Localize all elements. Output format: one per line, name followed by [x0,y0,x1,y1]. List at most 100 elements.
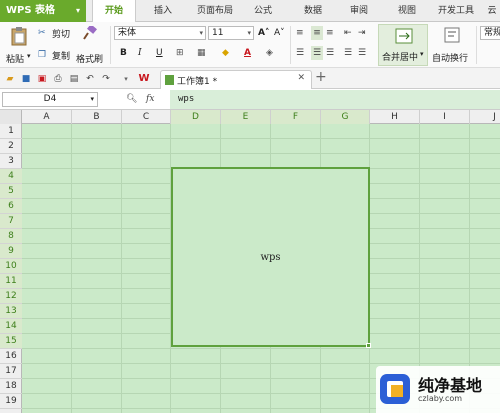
chevron-down-icon[interactable]: ▾ [120,72,132,84]
align-top-icon[interactable]: ≡ [296,26,304,40]
tab-cloud[interactable]: 云 [484,0,500,22]
align-right-icon[interactable]: ☰ [326,46,334,60]
row-headers: 1 2 3 4 5 6 7 8 9 10 11 12 13 14 15 16 17 18 19 [0,124,22,413]
zoom-icon[interactable]: 🔍︎ [126,92,137,106]
chevron-down-icon: ▾ [90,95,94,103]
row-header-8[interactable]: 8 [0,229,22,244]
tab-developer[interactable]: 开发工具 [434,0,478,22]
row-header-5[interactable]: 5 [0,184,22,199]
document-title: 工作簿1 * [177,77,218,87]
wrap-text-button[interactable]: 自动换行 [432,25,472,65]
number-format-select[interactable]: 常规 [480,26,500,40]
justify-icon[interactable]: ☰ [344,46,352,60]
row-header-13[interactable]: 13 [0,304,22,319]
chevron-down-icon: ▾ [247,29,251,37]
row-header-7[interactable]: 7 [0,214,22,229]
close-icon[interactable]: ✕ [297,73,305,83]
increase-font-icon[interactable]: A˄ [258,26,269,40]
formula-input[interactable]: wps [170,90,500,109]
align-middle-icon[interactable]: ≡ [311,26,323,40]
format-painter-button[interactable]: 格式刷 [76,25,106,65]
document-tab[interactable]: 工作簿1 * ✕ [160,70,312,89]
clear-format-icon[interactable]: ◈ [266,46,273,60]
chevron-down-icon: ▾ [27,52,31,60]
print-preview-icon[interactable]: ▤ [68,72,80,84]
outdent-icon[interactable]: ⇤ [344,26,352,40]
row-header-1[interactable]: 1 [0,124,22,139]
tab-insert[interactable]: 插入 [146,0,180,22]
row-header-12[interactable]: 12 [0,289,22,304]
row-header-11[interactable]: 11 [0,274,22,289]
tab-formulas[interactable]: 公式 [248,0,278,22]
grid-lines-icon[interactable]: ▦ [197,46,206,60]
copy-button[interactable]: ❐ 复制 [38,48,74,62]
tab-review[interactable]: 审阅 [344,0,374,22]
indent-icon[interactable]: ⇥ [358,26,366,40]
cut-button[interactable]: ✂ 剪切 [38,26,74,40]
merged-cell-d4-g15[interactable]: wps [171,167,370,347]
tab-data[interactable]: 数据 [298,0,328,22]
wps-logo-icon[interactable]: W [138,72,150,84]
tab-page-layout[interactable]: 页面布局 [190,0,240,22]
grid-hline [22,138,500,139]
column-header-h[interactable]: H [370,110,420,124]
redo-icon[interactable]: ↷ [100,72,112,84]
align-center-icon[interactable]: ☰ [311,46,323,60]
row-header-10[interactable]: 10 [0,259,22,274]
paste-button[interactable]: 粘贴 ▾ [4,25,34,65]
row-header-3[interactable]: 3 [0,154,22,169]
fx-icon[interactable]: fx [146,92,154,106]
italic-button[interactable]: I [138,46,142,60]
open-folder-icon[interactable]: ▰ [4,72,16,84]
row-header-15[interactable]: 15 [0,334,22,349]
distributed-icon[interactable]: ☰ [358,46,366,60]
column-header-c[interactable]: C [122,110,171,124]
number-format-value: 常规 [484,28,500,38]
row-header-4[interactable]: 4 [0,169,22,184]
row-header-9[interactable]: 9 [0,244,22,259]
column-header-e[interactable]: E [221,110,271,124]
wrap-text-label: 自动换行 [432,54,469,64]
export-pdf-icon[interactable]: ▣ [36,72,48,84]
save-icon[interactable]: ■ [20,72,32,84]
menu-bar: WPS 表格 ▾ 开始 插入 页面布局 公式 数据 审阅 视图 开发工具 云 [0,0,500,23]
column-header-b[interactable]: B [72,110,122,124]
font-name-value: 宋体 [118,28,137,38]
merge-cells-icon [395,28,413,44]
row-header-17[interactable]: 17 [0,364,22,379]
row-header-16[interactable]: 16 [0,349,22,364]
column-header-f[interactable]: F [271,110,321,124]
decrease-font-icon[interactable]: A˅ [274,26,285,40]
undo-icon[interactable]: ↶ [84,72,96,84]
fill-color-icon[interactable]: ◆ [222,46,229,60]
select-all-corner[interactable] [0,110,22,124]
row-header-2[interactable]: 2 [0,139,22,154]
align-left-icon[interactable]: ☰ [296,46,304,60]
column-header-d[interactable]: D [171,110,221,124]
row-header-18[interactable]: 18 [0,379,22,394]
column-header-a[interactable]: A [22,110,72,124]
font-name-select[interactable]: 宋体 ▾ [114,26,206,40]
fill-handle[interactable] [366,343,371,348]
font-size-select[interactable]: 11 ▾ [208,26,254,40]
spreadsheet-icon [165,75,174,85]
new-tab-icon[interactable]: + [315,69,327,85]
tab-home[interactable]: 开始 [92,0,136,23]
name-box[interactable]: D4 ▾ [2,92,98,107]
app-menu-button[interactable]: WPS 表格 ▾ [0,0,86,22]
bold-button[interactable]: B [120,46,127,60]
print-icon[interactable]: ⎙ [52,72,64,84]
borders-icon[interactable]: ⊞ [176,46,184,60]
column-header-j[interactable]: J [470,110,500,124]
underline-button[interactable]: U [156,46,163,60]
formula-bar: D4 ▾ 🔍︎ fx wps [0,89,500,110]
row-header-6[interactable]: 6 [0,199,22,214]
row-header-14[interactable]: 14 [0,319,22,334]
merge-center-button[interactable]: 合并居中 ▾ [378,24,428,66]
tab-view[interactable]: 视图 [392,0,422,22]
font-color-icon[interactable]: A [244,46,251,60]
align-bottom-icon[interactable]: ≡ [326,26,334,40]
row-header-19[interactable]: 19 [0,394,22,409]
column-header-i[interactable]: I [420,110,470,124]
column-header-g[interactable]: G [321,110,370,124]
